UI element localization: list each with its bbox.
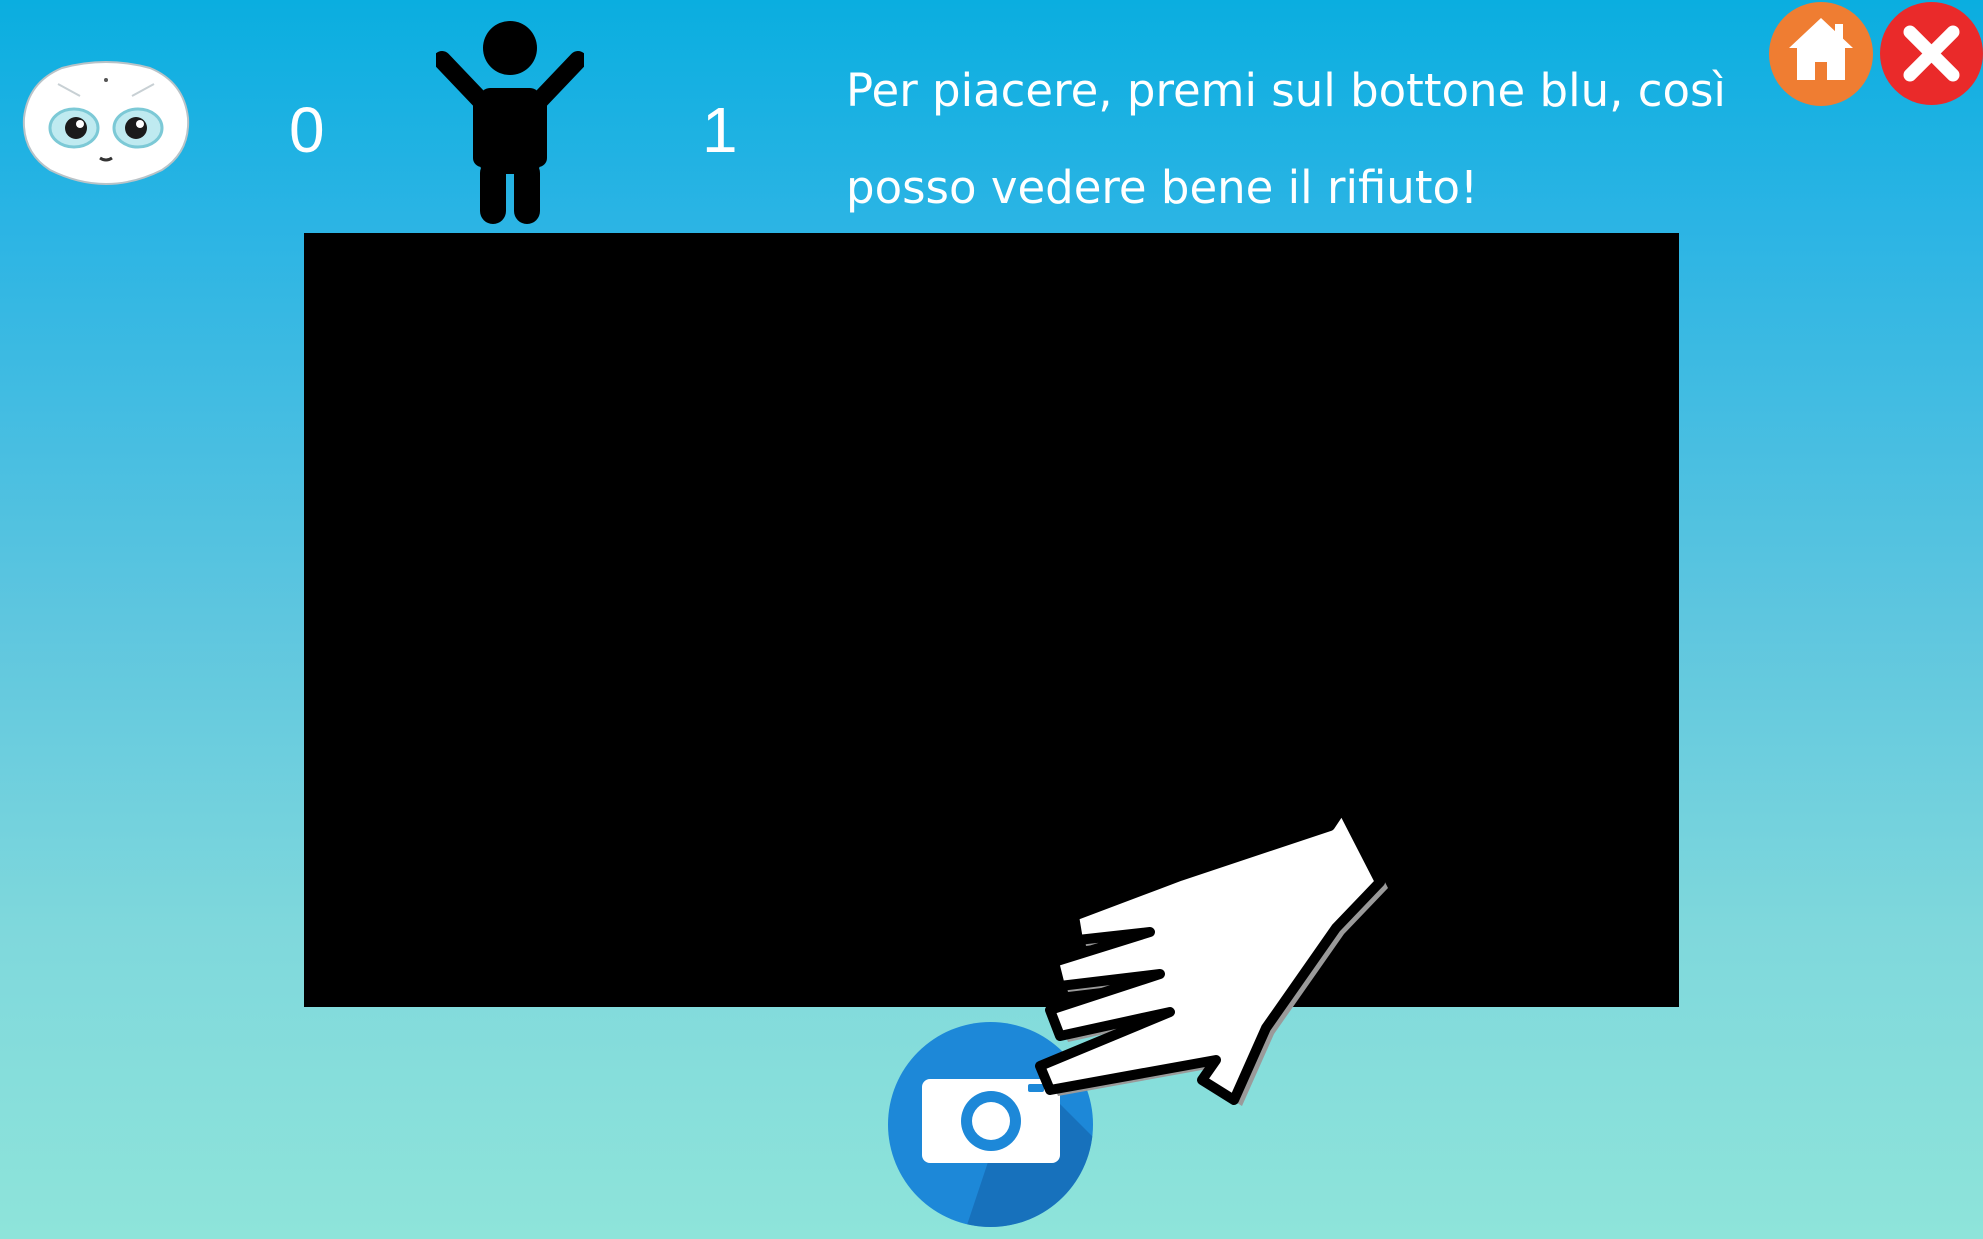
camera-preview — [304, 233, 1679, 1007]
instruction-line-2: posso vedere bene il rifiuto! — [846, 161, 1479, 214]
robot-score: 0 — [289, 94, 325, 166]
robot-face-icon — [22, 60, 190, 186]
instruction-text: Per piacere, premi sul bottone blu, così… — [846, 42, 1746, 236]
close-button[interactable] — [1880, 2, 1983, 105]
child-score: 1 — [702, 94, 738, 166]
home-icon — [1789, 18, 1853, 80]
instruction-line-1: Per piacere, premi sul bottone blu, così — [846, 64, 1726, 117]
home-button[interactable] — [1769, 2, 1873, 106]
pointing-hand-icon — [1020, 790, 1440, 1130]
child-icon — [433, 20, 587, 226]
close-icon — [1903, 25, 1960, 82]
